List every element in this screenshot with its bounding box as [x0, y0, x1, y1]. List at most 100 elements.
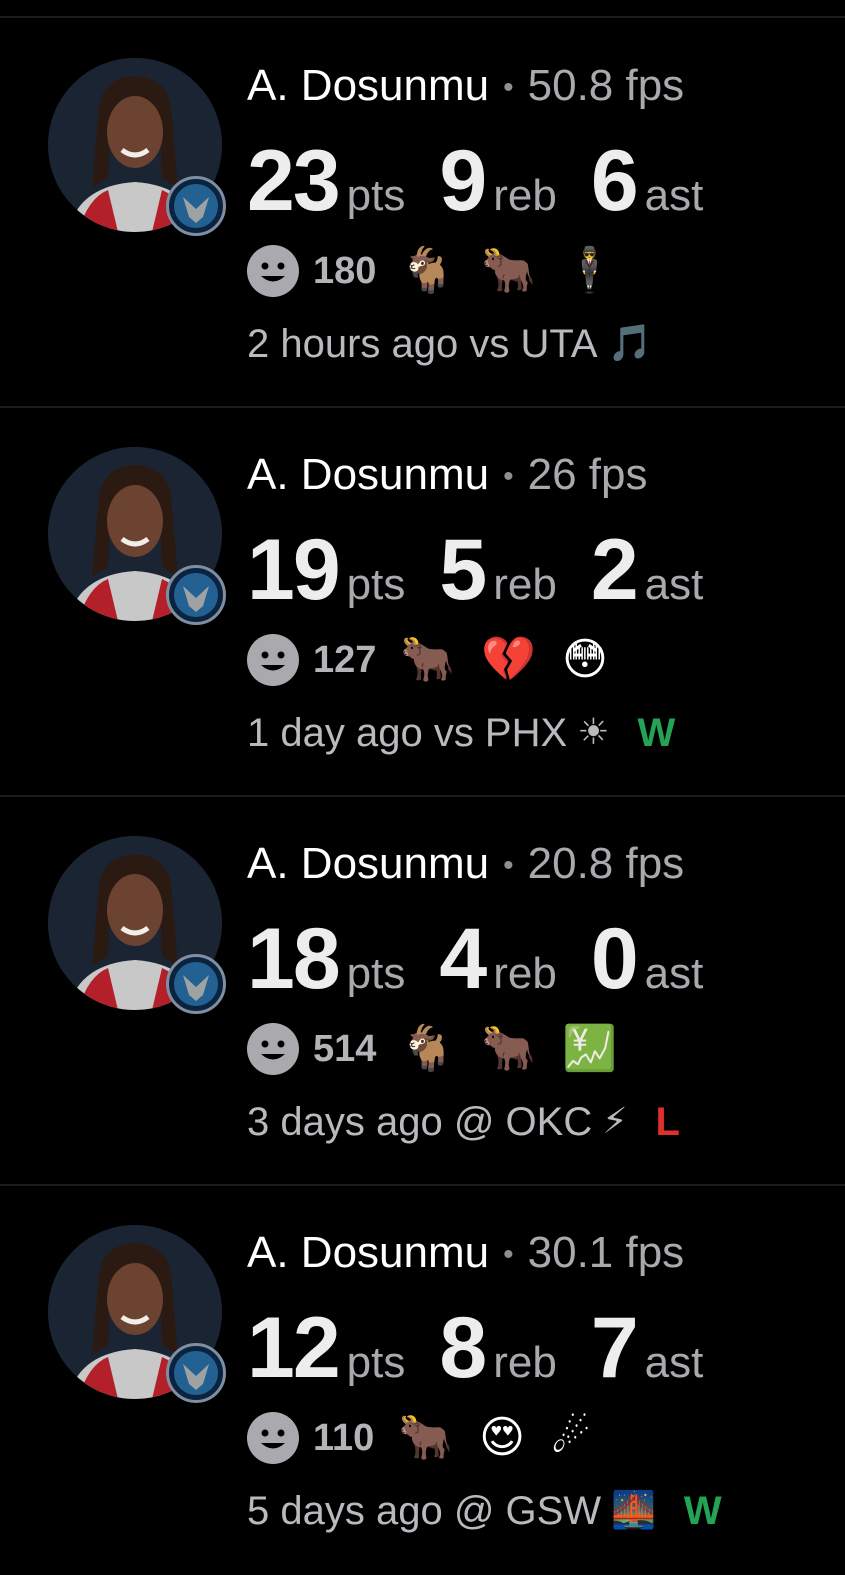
reaction-emoji[interactable]: 🐐	[400, 249, 455, 293]
assists-value: 2	[590, 522, 639, 618]
rebounds-stat: 4 reb	[439, 916, 556, 1002]
points-stat: 19 pts	[247, 527, 405, 613]
stat-line: 12 pts 8 reb 7 ast	[247, 1305, 737, 1391]
points-value: 18	[247, 911, 341, 1007]
rebounds-stat: 9 reb	[439, 138, 556, 224]
game-time-opponent: 2 hours ago vs UTA	[247, 322, 598, 366]
reaction-emoji[interactable]: 🐂	[481, 249, 536, 293]
reaction-emoji[interactable]: 🕴	[562, 249, 617, 293]
fantasy-points: 50.8 fps	[527, 61, 685, 110]
reaction-emoji[interactable]: 😳	[562, 638, 608, 682]
rebounds-label: reb	[493, 171, 557, 220]
rebounds-value: 5	[439, 522, 487, 618]
game-card[interactable]: A. Dosunmu • 50.8 fps 23 pts 9 reb 6 ast 180 🐐 …	[0, 20, 845, 408]
top-divider	[0, 16, 845, 18]
team-badge-icon	[166, 954, 226, 1014]
game-status: 1 day ago vs PHX ☀ W	[247, 713, 675, 753]
reaction-emoji[interactable]: 😍	[479, 1416, 525, 1460]
stat-line: 19 pts 5 reb 2 ast	[247, 527, 737, 613]
rebounds-stat: 8 reb	[439, 1305, 556, 1391]
reaction-count: 180	[313, 249, 377, 292]
card-divider	[0, 795, 845, 797]
reaction-emoji[interactable]: ☄	[551, 1416, 590, 1460]
assists-label: ast	[644, 171, 704, 220]
game-status: 5 days ago @ GSW 🌉 W	[247, 1491, 722, 1531]
assists-value: 6	[590, 133, 639, 229]
assists-label: ast	[644, 560, 704, 609]
fantasy-points: 26 fps	[527, 450, 648, 499]
game-card[interactable]: A. Dosunmu • 26 fps 19 pts 5 reb 2 ast 127 🐂 💔 …	[0, 409, 845, 797]
game-result: L	[655, 1100, 680, 1144]
reaction-emoji[interactable]: 🐐	[400, 1027, 455, 1071]
separator-dot: •	[503, 71, 514, 105]
rebounds-value: 4	[439, 911, 487, 1007]
team-badge-icon	[166, 1343, 226, 1403]
smiley-icon[interactable]	[247, 245, 299, 297]
game-card[interactable]: A. Dosunmu • 30.1 fps 12 pts 8 reb 7 ast 110 🐂 …	[0, 1187, 845, 1575]
stat-line: 18 pts 4 reb 0 ast	[247, 916, 737, 1002]
assists-label: ast	[644, 949, 704, 998]
rebounds-value: 8	[439, 1300, 487, 1396]
points-value: 23	[247, 133, 341, 229]
reaction-count: 110	[313, 1416, 375, 1459]
assists-stat: 7 ast	[591, 1305, 704, 1391]
points-label: pts	[346, 171, 406, 220]
reaction-bar: 110 🐂 😍 ☄	[247, 1405, 616, 1471]
reaction-emoji[interactable]: 🐂	[400, 638, 455, 682]
opponent-logo-icon: 🎵	[607, 323, 653, 364]
points-label: pts	[346, 560, 406, 609]
player-name[interactable]: A. Dosunmu	[247, 450, 489, 499]
player-name[interactable]: A. Dosunmu	[247, 61, 489, 110]
assists-stat: 0 ast	[591, 916, 704, 1002]
player-name[interactable]: A. Dosunmu	[247, 839, 489, 888]
player-name[interactable]: A. Dosunmu	[247, 1228, 489, 1277]
points-label: pts	[346, 949, 406, 998]
opponent-logo-icon: 🌉	[611, 1490, 656, 1531]
rebounds-label: reb	[493, 949, 557, 998]
points-stat: 12 pts	[247, 1305, 405, 1391]
card-divider	[0, 1184, 845, 1186]
opponent-logo-icon: ☀	[577, 712, 610, 753]
game-time-opponent: 3 days ago @ OKC	[247, 1100, 593, 1144]
card-divider	[0, 406, 845, 408]
opponent-logo-icon: ⚡	[602, 1101, 628, 1142]
reaction-count: 127	[313, 638, 377, 681]
separator-dot: •	[503, 849, 514, 883]
team-badge-icon	[166, 176, 226, 236]
reaction-emoji[interactable]: 💔	[481, 638, 536, 682]
team-badge-icon	[166, 565, 226, 625]
game-status: 3 days ago @ OKC ⚡ L	[247, 1102, 680, 1142]
reaction-emoji[interactable]: 🐂	[398, 1416, 453, 1460]
smiley-icon[interactable]	[247, 1412, 299, 1464]
game-result: W	[637, 711, 676, 755]
game-status: 2 hours ago vs UTA 🎵	[247, 324, 680, 364]
points-stat: 23 pts	[247, 138, 405, 224]
game-result: W	[683, 1489, 722, 1533]
stat-line: 23 pts 9 reb 6 ast	[247, 138, 737, 224]
smiley-icon[interactable]	[247, 1023, 299, 1075]
reaction-emoji[interactable]: 🐂	[481, 1027, 536, 1071]
reaction-emoji[interactable]: 💹	[562, 1027, 617, 1071]
reaction-bar: 514 🐐 🐂 💹	[247, 1016, 643, 1082]
assists-value: 0	[590, 911, 639, 1007]
reaction-bar: 127 🐂 💔 😳	[247, 627, 634, 693]
assists-value: 7	[590, 1300, 639, 1396]
assists-stat: 2 ast	[591, 527, 704, 613]
rebounds-value: 9	[439, 133, 487, 229]
fantasy-points: 30.1 fps	[527, 1228, 685, 1277]
points-value: 19	[247, 522, 341, 618]
reaction-bar: 180 🐐 🐂 🕴	[247, 238, 643, 304]
assists-stat: 6 ast	[591, 138, 704, 224]
points-label: pts	[346, 1338, 406, 1387]
smiley-icon[interactable]	[247, 634, 299, 686]
fantasy-points: 20.8 fps	[527, 839, 685, 888]
rebounds-label: reb	[493, 560, 557, 609]
game-card[interactable]: A. Dosunmu • 20.8 fps 18 pts 4 reb 0 ast 514 🐐 …	[0, 798, 845, 1186]
game-time-opponent: 1 day ago vs PHX	[247, 711, 568, 755]
points-stat: 18 pts	[247, 916, 405, 1002]
game-time-opponent: 5 days ago @ GSW	[247, 1489, 602, 1533]
separator-dot: •	[503, 1238, 514, 1272]
reaction-count: 514	[313, 1027, 377, 1070]
rebounds-stat: 5 reb	[439, 527, 556, 613]
separator-dot: •	[503, 460, 514, 494]
